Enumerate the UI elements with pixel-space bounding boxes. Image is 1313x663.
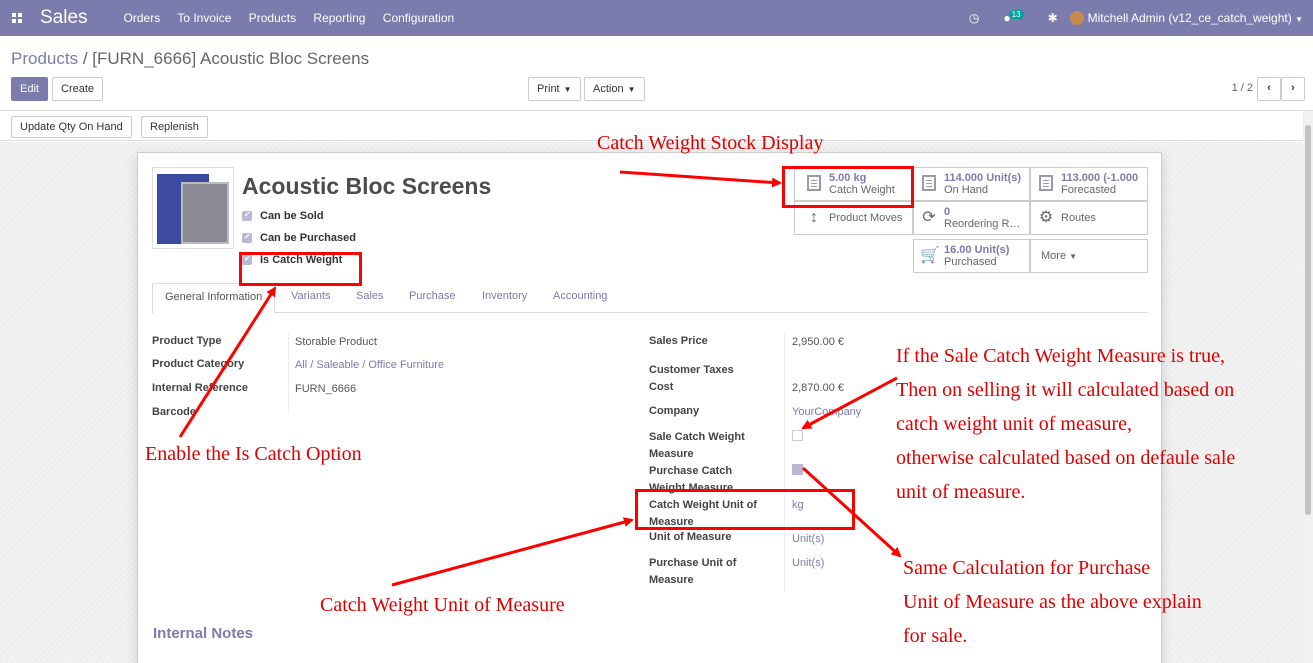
annotation-sale-explain: If the Sale Catch Weight Measure is true… bbox=[896, 345, 1236, 503]
annotation-stock-display: Catch Weight Stock Display bbox=[597, 132, 824, 154]
annotation-enable-option: Enable the Is Catch Option bbox=[145, 443, 362, 465]
annotation-cw-uom: Catch Weight Unit of Measure bbox=[320, 594, 565, 616]
annotation-purchase-explain: Same Calculation for Purchase Unit of Me… bbox=[903, 557, 1202, 647]
